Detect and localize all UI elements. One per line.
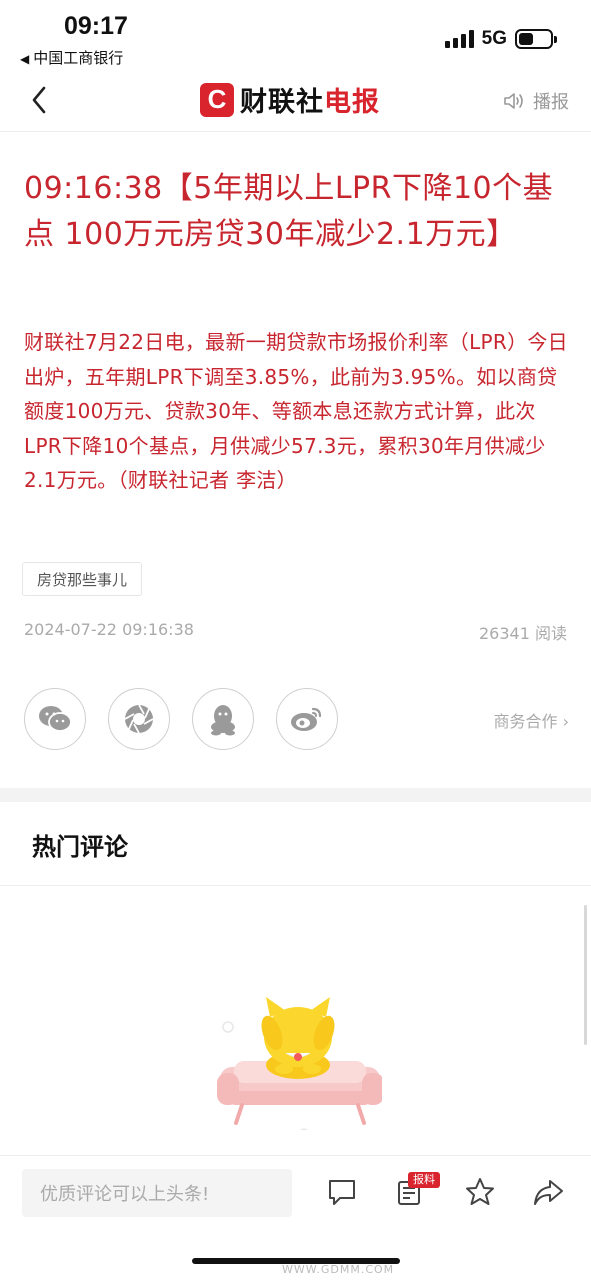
- moments-icon: [124, 704, 154, 734]
- back-to-app[interactable]: ◀ 中国工商银行: [20, 47, 123, 68]
- hot-comments-title: 热门评论: [32, 833, 128, 861]
- business-cooperation-link[interactable]: 商务合作 ›: [494, 708, 570, 732]
- signal-bars-icon: [444, 30, 474, 48]
- left-triangle-icon: ◀: [20, 52, 30, 66]
- read-count: 26341 阅读: [479, 624, 567, 643]
- share-moments-button[interactable]: [108, 688, 170, 750]
- status-time: 09:17: [64, 12, 128, 40]
- status-indicators: 5G: [444, 28, 557, 50]
- cat-on-sofa-illustration: [217, 997, 382, 1130]
- app-screen: 09:17 ◀ 中国工商银行 5G C 财联社电报 播报 09:16:38【5年…: [0, 0, 591, 1280]
- nav-bar: C 财联社电报 播报: [0, 70, 591, 132]
- share-row: [24, 688, 338, 750]
- broadcast-label: 播报: [533, 92, 569, 113]
- logo-mark: C: [200, 82, 234, 117]
- share-qq-button[interactable]: [192, 688, 254, 750]
- section-divider: [0, 788, 591, 802]
- watermark: WWW.GDMM.COM: [282, 1263, 395, 1276]
- battery-icon: [515, 29, 557, 49]
- logo-text-red: 电报: [324, 87, 380, 118]
- status-bar: 09:17 ◀ 中国工商银行 5G: [0, 0, 591, 70]
- weibo-icon: [291, 707, 322, 731]
- article-headline: 09:16:38【5年期以上LPR下降10个基点 100万元房贷30年减少2.1…: [24, 171, 554, 252]
- wechat-icon: [39, 706, 72, 732]
- broadcast-button[interactable]: 播报: [503, 88, 569, 114]
- scrollbar[interactable]: [584, 905, 587, 1045]
- share-weibo-button[interactable]: [276, 688, 338, 750]
- comment-input[interactable]: 优质评论可以上头条!: [22, 1169, 292, 1217]
- logo-text: 财联社电报: [240, 80, 380, 119]
- article-body: 财联社7月22日电，最新一期贷款市场报价利率（LPR）今日出炉，五年期LPR下调…: [24, 330, 568, 492]
- publish-time: 2024-07-22 09:16:38: [24, 620, 194, 639]
- network-type: 5G: [481, 28, 507, 49]
- speaker-icon: [504, 93, 523, 109]
- comment-icon[interactable]: [326, 1176, 358, 1208]
- bottom-bar: 优质评论可以上头条! 报料 WWW.GDMM.COM: [0, 1155, 591, 1280]
- logo-text-black: 财联社: [240, 87, 324, 118]
- share-icon[interactable]: [532, 1176, 564, 1208]
- share-wechat-button[interactable]: [24, 688, 86, 750]
- back-app-label: 中国工商银行: [33, 49, 124, 67]
- app-logo: C 财联社电报: [200, 80, 380, 119]
- qq-icon: [211, 705, 235, 736]
- chevron-left-icon[interactable]: [26, 82, 54, 118]
- report-badge: 报料: [408, 1172, 440, 1188]
- star-icon[interactable]: [464, 1176, 496, 1208]
- topic-tag[interactable]: 房贷那些事儿: [22, 562, 143, 596]
- hot-comments-divider: [0, 885, 591, 886]
